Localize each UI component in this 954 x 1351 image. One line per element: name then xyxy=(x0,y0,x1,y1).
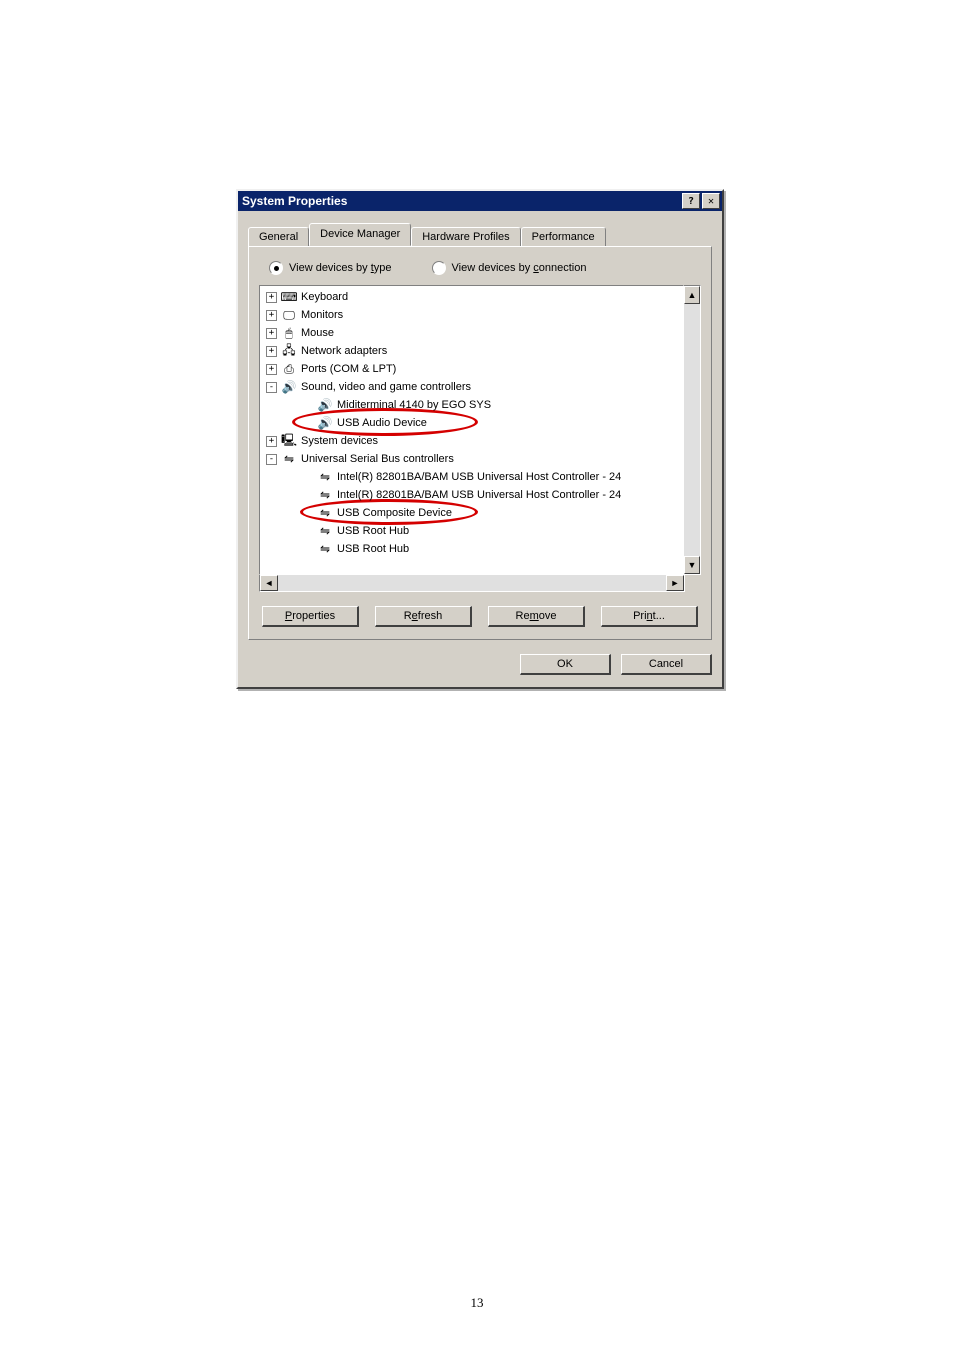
tree-node-label: Ports (COM & LPT) xyxy=(301,363,396,375)
view-mode-group: View devices by type View devices by con… xyxy=(269,261,701,275)
tree-node[interactable]: ⇋ USB Root Hub xyxy=(260,540,683,558)
tab-general[interactable]: General xyxy=(248,227,309,247)
radio-view-by-connection[interactable]: View devices by connection xyxy=(432,261,587,275)
scroll-corner xyxy=(685,575,701,591)
tree-node[interactable]: ⇋ Intel(R) 82801BA/BAM USB Universal Host… xyxy=(260,486,683,504)
tree-node-label: System devices xyxy=(301,435,378,447)
tree-node[interactable]: -🔊 Sound, video and game controllers xyxy=(260,378,683,396)
system-properties-dialog: System Properties ? ✕ General Device Man… xyxy=(236,189,724,689)
radio-view-by-type[interactable]: View devices by type xyxy=(269,261,392,275)
scroll-right-button[interactable]: ► xyxy=(666,575,684,591)
tree-node[interactable]: + ⎙ Ports (COM & LPT) xyxy=(260,360,683,378)
dialog-title: System Properties xyxy=(242,194,680,208)
tree-node-label: USB Audio Device xyxy=(337,417,427,429)
remove-button[interactable]: Remove xyxy=(488,606,585,627)
tree-node-label: Mouse xyxy=(301,327,334,339)
sound-icon: 🔊 xyxy=(281,379,297,395)
expand-icon[interactable]: + xyxy=(266,346,277,357)
scroll-left-button[interactable]: ◄ xyxy=(260,575,278,591)
tree-node-label: USB Root Hub xyxy=(337,543,409,555)
keyboard-icon: ⌨ xyxy=(281,289,297,305)
scroll-up-button[interactable]: ▲ xyxy=(684,286,700,304)
scroll-track[interactable] xyxy=(278,575,666,591)
collapse-icon[interactable]: - xyxy=(266,454,277,465)
tab-strip: General Device Manager Hardware Profiles… xyxy=(248,223,712,246)
usb-icon: ⇋ xyxy=(317,523,333,539)
device-manager-panel: View devices by type View devices by con… xyxy=(248,246,712,640)
expand-icon[interactable]: + xyxy=(266,292,277,303)
tab-device-manager[interactable]: Device Manager xyxy=(309,223,411,246)
tree-node[interactable]: + 🖳 System devices xyxy=(260,432,683,450)
tab-hardware-profiles[interactable]: Hardware Profiles xyxy=(411,227,520,247)
tree-node[interactable]: + ⌨ Keyboard xyxy=(260,288,683,306)
ok-cancel-row: OK Cancel xyxy=(248,654,712,675)
usb-icon: ⇋ xyxy=(281,451,297,467)
tree-node-label: USB Composite Device xyxy=(337,507,452,519)
collapse-icon[interactable]: - xyxy=(266,382,277,393)
usb-icon: ⇋ xyxy=(317,541,333,557)
tree-node[interactable]: ⇋ USB Root Hub xyxy=(260,522,683,540)
horizontal-scrollbar[interactable]: ◄ ► xyxy=(259,575,685,592)
tree-node-label: USB Root Hub xyxy=(337,525,409,537)
tree-node[interactable]: + 🖵 Monitors xyxy=(260,306,683,324)
network-icon: 🖧 xyxy=(281,343,297,359)
tree-node[interactable]: 🔊 USB Audio Device xyxy=(260,414,683,432)
expand-icon[interactable]: + xyxy=(266,328,277,339)
tree-node-label: Monitors xyxy=(301,309,343,321)
tree-node-label: Network adapters xyxy=(301,345,387,357)
device-buttons-row: Properties Refresh Remove Print... xyxy=(259,606,701,627)
mouse-icon: 🖱 xyxy=(281,325,297,341)
tree-node-label: Sound, video and game controllers xyxy=(301,381,471,393)
tree-node-label: Intel(R) 82801BA/BAM USB Universal Host … xyxy=(337,471,621,483)
sound-icon: 🔊 xyxy=(317,397,333,413)
titlebar[interactable]: System Properties ? ✕ xyxy=(238,191,722,211)
radio-dot-icon xyxy=(269,261,283,275)
tree-node[interactable]: + 🖱 Mouse xyxy=(260,324,683,342)
usb-icon: ⇋ xyxy=(317,487,333,503)
tree-node-label: Intel(R) 82801BA/BAM USB Universal Host … xyxy=(337,489,621,501)
tree-node-label: Universal Serial Bus controllers xyxy=(301,453,454,465)
tree-node-label: Keyboard xyxy=(301,291,348,303)
expand-icon[interactable]: + xyxy=(266,364,277,375)
device-tree-inner: + ⌨ Keyboard + 🖵 Monitors + 🖱 Mouse + 🖧 Network ada… xyxy=(260,286,683,560)
scroll-track[interactable] xyxy=(684,304,700,556)
monitor-icon: 🖵 xyxy=(281,307,297,323)
tree-node[interactable]: 🔊 Miditerminal 4140 by EGO SYS xyxy=(260,396,683,414)
tree-node[interactable]: ⇋ Intel(R) 82801BA/BAM USB Universal Host… xyxy=(260,468,683,486)
device-tree[interactable]: + ⌨ Keyboard + 🖵 Monitors + 🖱 Mouse + 🖧 Network ada… xyxy=(259,285,684,575)
tree-node[interactable]: ⇋ USB Composite Device xyxy=(260,504,683,522)
cancel-button[interactable]: Cancel xyxy=(621,654,712,675)
page-number: 13 xyxy=(0,1295,954,1311)
scroll-down-button[interactable]: ▼ xyxy=(684,556,700,574)
usb-icon: ⇋ xyxy=(317,505,333,521)
radio-label: View devices by connection xyxy=(452,262,587,274)
tree-area: + ⌨ Keyboard + 🖵 Monitors + 🖱 Mouse + 🖧 Network ada… xyxy=(259,285,701,575)
expand-icon[interactable]: + xyxy=(266,436,277,447)
help-button[interactable]: ? xyxy=(682,193,700,209)
tab-performance[interactable]: Performance xyxy=(521,227,606,247)
tree-node[interactable]: + 🖧 Network adapters xyxy=(260,342,683,360)
tree-node-label: Miditerminal 4140 by EGO SYS xyxy=(337,399,491,411)
sound-icon: 🔊 xyxy=(317,415,333,431)
usb-icon: ⇋ xyxy=(317,469,333,485)
system-icon: 🖳 xyxy=(281,433,297,449)
radio-label: View devices by type xyxy=(289,262,392,274)
ports-icon: ⎙ xyxy=(281,361,297,377)
close-button[interactable]: ✕ xyxy=(702,193,720,209)
radio-dot-icon xyxy=(432,261,446,275)
properties-button[interactable]: Properties xyxy=(262,606,359,627)
ok-button[interactable]: OK xyxy=(520,654,611,675)
dialog-client: General Device Manager Hardware Profiles… xyxy=(238,211,722,687)
refresh-button[interactable]: Refresh xyxy=(375,606,472,627)
expand-icon[interactable]: + xyxy=(266,310,277,321)
print-button[interactable]: Print... xyxy=(601,606,698,627)
vertical-scrollbar[interactable]: ▲ ▼ xyxy=(684,285,701,575)
tree-node[interactable]: -⇋ Universal Serial Bus controllers xyxy=(260,450,683,468)
